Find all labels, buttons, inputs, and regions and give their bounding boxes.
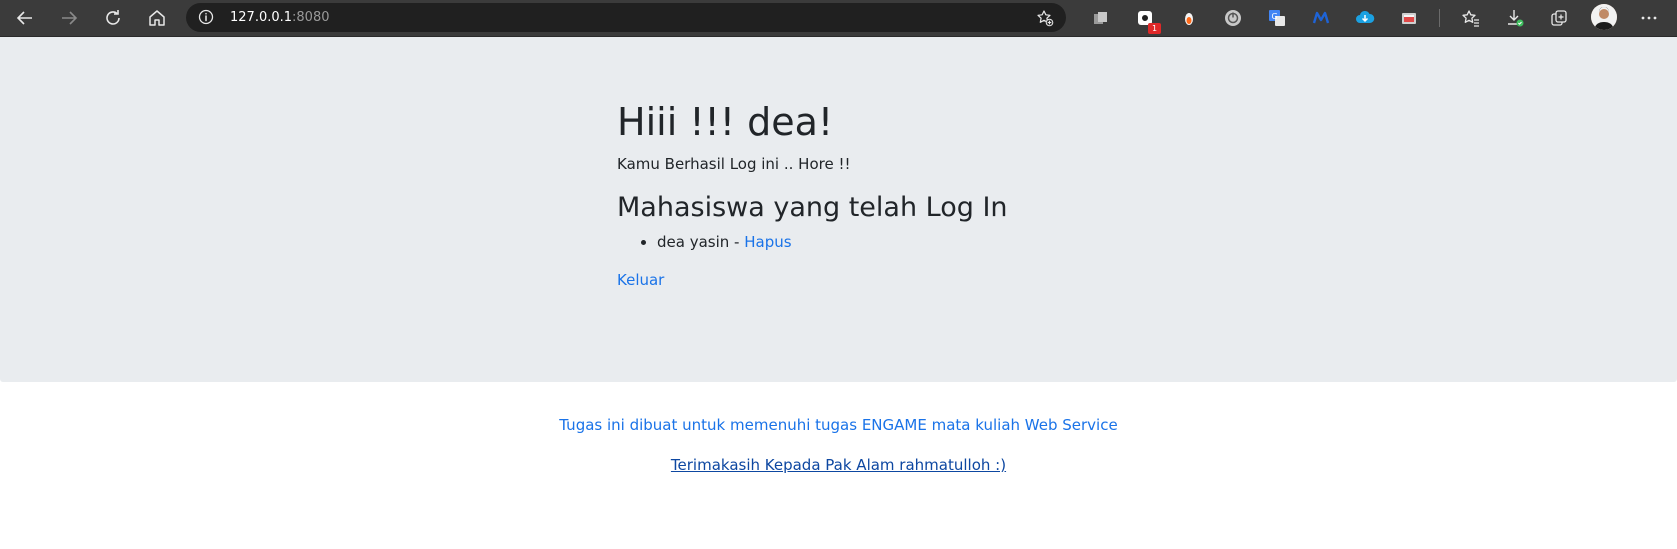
browser-toolbar: 127.0.0.1:8080 1 G — [0, 0, 1677, 37]
delete-user-link[interactable]: Hapus — [744, 233, 791, 251]
screenshot-extension-icon[interactable] — [1395, 4, 1423, 32]
footer-note: Tugas ini dibuat untuk memenuhi tugas EN… — [559, 416, 1118, 434]
logged-in-heading: Mahasiswa yang telah Log In — [617, 192, 1008, 223]
address-bar[interactable]: 127.0.0.1:8080 — [186, 3, 1066, 32]
translate-extension-icon[interactable]: G — [1263, 4, 1291, 32]
refresh-icon[interactable] — [99, 4, 127, 32]
login-success-text: Kamu Berhasil Log ini .. Hore !! — [617, 155, 851, 173]
collections-icon[interactable] — [1545, 4, 1573, 32]
svg-text:G: G — [1272, 12, 1278, 21]
logout-link[interactable]: Keluar — [617, 269, 1317, 291]
url-text[interactable]: 127.0.0.1:8080 — [230, 10, 330, 25]
user-name: dea yasin — [657, 233, 730, 251]
page-title: Hiii !!! dea! — [617, 100, 834, 144]
favorites-icon[interactable] — [1457, 4, 1485, 32]
extension-badge: 1 — [1148, 23, 1161, 34]
add-favorite-icon[interactable] — [1036, 9, 1054, 31]
collections-extension-icon[interactable] — [1087, 4, 1115, 32]
url-host: 127.0.0.1 — [230, 10, 293, 25]
jumbotron-content: Hiii !!! dea! Kamu Berhasil Log ini .. H… — [617, 100, 1317, 291]
cloud-download-extension-icon[interactable] — [1351, 4, 1379, 32]
separator: - — [729, 233, 745, 251]
info-icon[interactable] — [198, 9, 214, 29]
profile-avatar[interactable] — [1591, 4, 1617, 30]
list-item: dea yasin - Hapus — [657, 231, 1317, 253]
jumbotron: Hiii !!! dea! Kamu Berhasil Log ini .. H… — [0, 37, 1677, 382]
thanks-link[interactable]: Terimakasih Kepada Pak Alam rahmatulloh … — [671, 454, 1006, 476]
logged-in-user-list: dea yasin - Hapus — [617, 231, 1317, 253]
home-icon[interactable] — [143, 4, 171, 32]
forward-arrow-icon[interactable] — [55, 4, 83, 32]
m-extension-icon[interactable] — [1307, 4, 1335, 32]
back-arrow-icon[interactable] — [11, 4, 39, 32]
fire-extension-icon[interactable] — [1175, 4, 1203, 32]
more-menu-icon[interactable] — [1635, 4, 1663, 32]
downloads-icon[interactable] — [1501, 4, 1529, 32]
notification-extension-icon[interactable]: 1 — [1131, 4, 1161, 34]
power-extension-icon[interactable] — [1219, 4, 1247, 32]
url-port: :8080 — [292, 10, 330, 25]
footer: Tugas ini dibuat untuk memenuhi tugas EN… — [0, 414, 1677, 476]
toolbar-divider — [1439, 9, 1440, 27]
